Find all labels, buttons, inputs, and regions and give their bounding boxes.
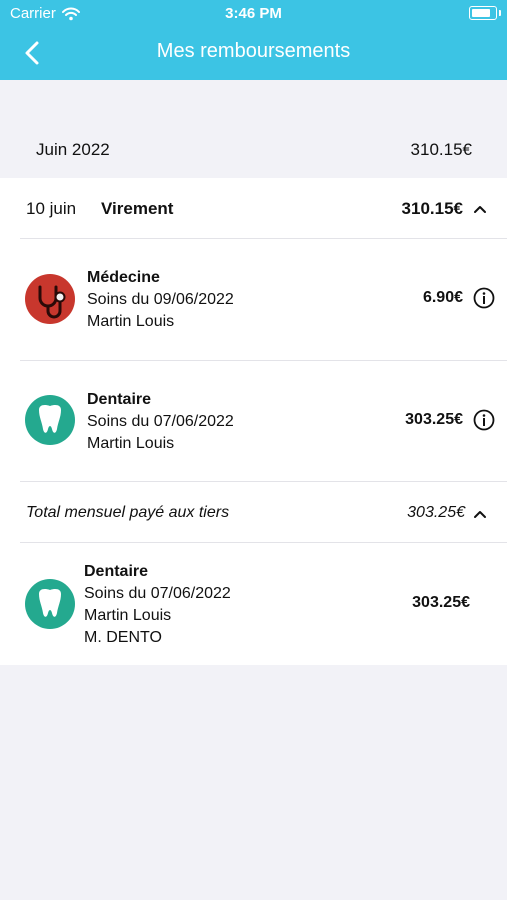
item-beneficiary: Martin Louis [84,607,172,624]
third-party-total-row[interactable]: Total mensuel payé aux tiers 303.25€ [0,482,507,542]
chevron-up-icon[interactable] [473,204,487,214]
item-beneficiary: Martin Louis [87,313,175,330]
app-header: Carrier 3:46 PM Mes remboursements [0,0,507,80]
item-provider: M. DENTO [84,629,162,646]
transfer-row[interactable]: 10 juin Virement 310.15€ [0,178,507,238]
battery-icon [469,6,501,20]
item-category: Dentaire [84,563,149,580]
item-care-date: Soins du 07/06/2022 [87,413,234,430]
nav-bar: Mes remboursements [0,30,507,74]
tooth-icon [25,579,75,629]
stethoscope-icon [25,274,75,324]
item-care-date: Soins du 07/06/2022 [84,585,231,602]
third-party-amount: 303.25€ [407,504,465,521]
transfer-amount: 310.15€ [401,199,463,218]
item-category: Dentaire [87,391,152,408]
list-item-dentaire[interactable]: Dentaire Soins du 07/06/2022 Martin Loui… [0,361,507,481]
item-amount: 303.25€ [412,594,470,611]
transfer-type: Virement [101,199,174,218]
page-title: Mes remboursements [156,40,351,62]
info-icon[interactable] [473,287,495,309]
reimbursement-panel: 10 juin Virement 310.15€ Médecine Soins … [0,178,507,665]
month-summary-row[interactable]: Juin 2022 310.15€ [0,122,507,178]
chevron-up-icon[interactable] [473,509,487,519]
list-item-medecine[interactable]: Médecine Soins du 09/06/2022 Martin Loui… [0,239,507,360]
item-care-date: Soins du 09/06/2022 [87,291,234,308]
tooth-icon [25,395,75,445]
item-category: Médecine [87,269,160,286]
third-party-label: Total mensuel payé aux tiers [26,504,230,521]
info-icon[interactable] [473,409,495,431]
item-beneficiary: Martin Louis [87,435,175,452]
item-amount: 6.90€ [422,289,463,306]
status-bar: Carrier 3:46 PM [0,0,507,28]
month-label: Juin 2022 [36,140,110,159]
status-time: 3:46 PM [225,5,282,22]
month-amount: 310.15€ [410,140,472,159]
item-amount: 303.25€ [405,411,463,428]
list-item-third-party[interactable]: Dentaire Soins du 07/06/2022 Martin Loui… [0,543,507,665]
transfer-date: 10 juin [26,199,77,218]
